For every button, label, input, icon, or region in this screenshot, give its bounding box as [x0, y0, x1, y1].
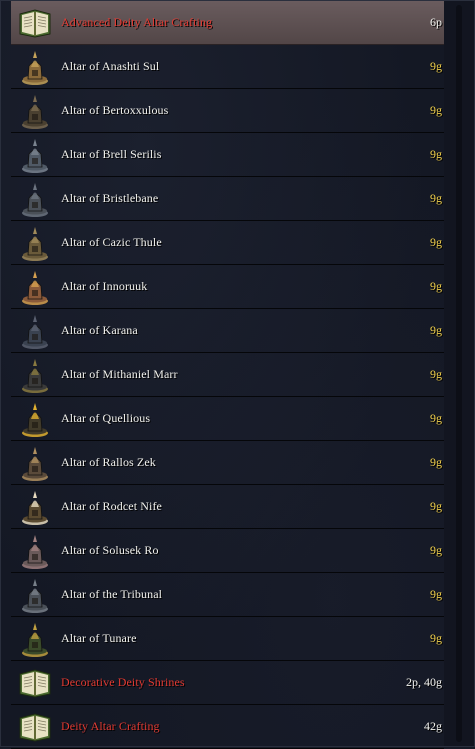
altar-icon: [15, 91, 55, 131]
scrollbar[interactable]: [444, 1, 474, 746]
item-price: 2p, 40g: [406, 675, 442, 689]
item-label: Altar of Innoruuk: [61, 279, 148, 293]
altar-icon: [15, 443, 55, 483]
book-list-item[interactable]: Advanced Deity Altar Crafting 6p: [11, 1, 444, 45]
recipe-list: Advanced Deity Altar Crafting 6p Altar of…: [11, 1, 444, 749]
recipe-list-panel: Advanced Deity Altar Crafting 6p Altar of…: [0, 0, 475, 749]
altar-list-item[interactable]: Altar of Bristlebane 9g: [11, 177, 444, 221]
item-label: Altar of Cazic Thule: [61, 235, 162, 249]
item-price: 9g: [430, 279, 442, 293]
item-price: 9g: [430, 455, 442, 469]
altar-icon: [15, 223, 55, 263]
item-price: 9g: [430, 235, 442, 249]
item-price: 9g: [430, 587, 442, 601]
item-label: Altar of Quellious: [61, 411, 151, 425]
book-icon: [15, 3, 55, 43]
altar-list-item[interactable]: Altar of Quellious 9g: [11, 397, 444, 441]
altar-list-item[interactable]: Altar of Brell Serilis 9g: [11, 133, 444, 177]
item-price: 9g: [430, 411, 442, 425]
altar-icon: [15, 575, 55, 615]
altar-list-item[interactable]: Altar of Bertoxxulous 9g: [11, 89, 444, 133]
altar-list-item[interactable]: Altar of Rodcet Nife 9g: [11, 485, 444, 529]
item-label: Altar of Bertoxxulous: [61, 103, 169, 117]
item-label: Altar of Rodcet Nife: [61, 499, 162, 513]
item-price: 9g: [430, 191, 442, 205]
altar-list-item[interactable]: Altar of Rallos Zek 9g: [11, 441, 444, 485]
item-label: Altar of Solusek Ro: [61, 543, 159, 557]
item-label: Altar of Karana: [61, 323, 138, 337]
altar-icon: [15, 531, 55, 571]
item-label: Altar of Anashti Sul: [61, 59, 160, 73]
altar-list-item[interactable]: Altar of Innoruuk 9g: [11, 265, 444, 309]
altar-icon: [15, 487, 55, 527]
item-label: Altar of Brell Serilis: [61, 147, 162, 161]
item-price: 6p: [430, 15, 442, 29]
altar-icon: [15, 619, 55, 659]
item-price: 9g: [430, 543, 442, 557]
altar-list-item[interactable]: Altar of Anashti Sul 9g: [11, 45, 444, 89]
altar-icon: [15, 135, 55, 175]
item-price: 9g: [430, 323, 442, 337]
item-label: Decorative Deity Shrines: [61, 675, 185, 689]
book-list-item[interactable]: Decorative Deity Shrines 2p, 40g: [11, 661, 444, 705]
altar-list-item[interactable]: Altar of Mithaniel Marr 9g: [11, 353, 444, 397]
item-label: Advanced Deity Altar Crafting: [61, 15, 213, 29]
book-icon: [15, 663, 55, 703]
altar-icon: [15, 355, 55, 395]
altar-list-item[interactable]: Altar of Tunare 9g: [11, 617, 444, 661]
book-icon: [15, 707, 55, 747]
item-price: 9g: [430, 147, 442, 161]
item-price: 9g: [430, 499, 442, 513]
item-price: 9g: [430, 631, 442, 645]
altar-list-item[interactable]: Altar of the Tribunal 9g: [11, 573, 444, 617]
altar-icon: [15, 179, 55, 219]
altar-list-item[interactable]: Altar of Solusek Ro 9g: [11, 529, 444, 573]
item-label: Altar of Mithaniel Marr: [61, 367, 178, 381]
altar-icon: [15, 399, 55, 439]
item-price: 42g: [424, 719, 442, 733]
scrollbar-track[interactable]: [456, 5, 462, 742]
item-label: Altar of Bristlebane: [61, 191, 159, 205]
book-list-item[interactable]: Deity Altar Crafting 42g: [11, 705, 444, 749]
altar-icon: [15, 311, 55, 351]
altar-list-item[interactable]: Altar of Cazic Thule 9g: [11, 221, 444, 265]
item-price: 9g: [430, 367, 442, 381]
item-price: 9g: [430, 59, 442, 73]
item-label: Altar of the Tribunal: [61, 587, 163, 601]
altar-list-item[interactable]: Altar of Karana 9g: [11, 309, 444, 353]
item-label: Deity Altar Crafting: [61, 719, 160, 733]
item-label: Altar of Rallos Zek: [61, 455, 156, 469]
altar-icon: [15, 267, 55, 307]
altar-icon: [15, 47, 55, 87]
item-label: Altar of Tunare: [61, 631, 137, 645]
item-price: 9g: [430, 103, 442, 117]
